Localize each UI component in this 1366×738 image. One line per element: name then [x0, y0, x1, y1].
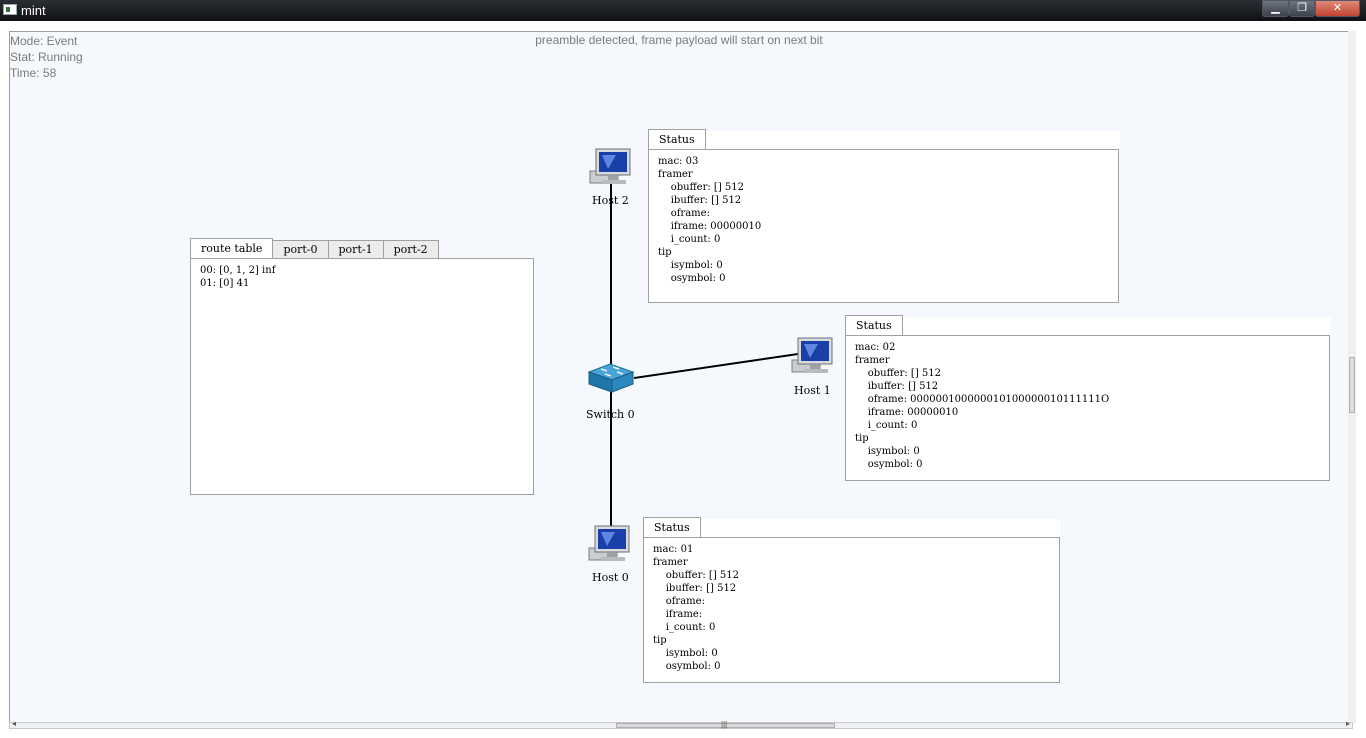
status-line: iframe: — [653, 609, 703, 620]
host-0-node[interactable] — [587, 524, 635, 569]
horizontal-scrollbar[interactable]: ◂ ||| ▸ — [9, 719, 1353, 729]
tab-port-0[interactable]: port-0 — [272, 240, 329, 258]
status-line: i_count: 0 — [658, 234, 721, 245]
status-line: isymbol: 0 — [653, 648, 718, 659]
status-content: mac: 01 framer obuffer: [] 512 ibuffer: [… — [643, 537, 1060, 683]
tab-route-table[interactable]: route table — [190, 238, 274, 258]
app-icon — [3, 4, 17, 15]
status-line: i_count: 0 — [653, 622, 716, 633]
maximize-button[interactable]: ❐ — [1289, 0, 1315, 17]
title-bar: mint ▁ ❐ ✕ — [0, 0, 1366, 21]
status-line: framer — [855, 355, 890, 366]
status-line: ibuffer: [] 512 — [653, 583, 737, 594]
host-2-node[interactable] — [588, 147, 636, 192]
status-line: mac: 02 — [855, 342, 896, 353]
tab-status[interactable]: Status — [845, 315, 903, 335]
status-panel-host-1: Status mac: 02 framer obuffer: [] 512 ibu… — [845, 315, 1331, 482]
grip-icon: ||| — [721, 720, 728, 729]
host-2-label: Host 2 — [592, 194, 629, 207]
status-line: osymbol: 0 — [653, 661, 721, 672]
scroll-left-icon[interactable]: ◂ — [12, 719, 16, 728]
status-line: tip — [855, 433, 869, 444]
minimize-button[interactable]: ▁ — [1262, 0, 1289, 17]
status-line: oframe: — [658, 208, 710, 219]
status-content: mac: 02 framer obuffer: [] 512 ibuffer: [… — [845, 335, 1330, 481]
tab-port-2[interactable]: port-2 — [382, 240, 439, 258]
switch-0-label: Switch 0 — [586, 408, 635, 421]
route-line: 00: [0, 1, 2] inf — [200, 265, 276, 276]
tab-port-1[interactable]: port-1 — [327, 240, 384, 258]
status-line: obuffer: [] 512 — [855, 368, 941, 379]
route-panel: route table port-0 port-1 port-2 00: [0,… — [190, 238, 534, 496]
tab-status[interactable]: Status — [648, 129, 706, 149]
vertical-scrollbar[interactable] — [1348, 31, 1356, 723]
status-line: tip — [658, 247, 672, 258]
status-line: framer — [658, 169, 693, 180]
status-line: obuffer: [] 512 — [653, 570, 739, 581]
host-0-label: Host 0 — [592, 571, 629, 584]
status-line: i_count: 0 — [855, 420, 918, 431]
host-1-label: Host 1 — [794, 384, 831, 397]
status-line: mac: 03 — [658, 156, 699, 167]
status-line: tip — [653, 635, 667, 646]
status-line: iframe: 00000010 — [658, 221, 762, 232]
network-canvas[interactable]: Mode: Event Stat: Running Time: 58 pream… — [9, 31, 1353, 723]
status-line: isymbol: 0 — [855, 446, 920, 457]
status-line: ibuffer: [] 512 — [855, 381, 939, 392]
status-line: mac: 01 — [653, 544, 694, 555]
link-switch-host1 — [633, 353, 799, 379]
tab-status[interactable]: Status — [643, 517, 701, 537]
status-line: ibuffer: [] 512 — [658, 195, 742, 206]
status-content: mac: 03 framer obuffer: [] 512 ibuffer: [… — [648, 149, 1119, 303]
route-line: 01: [0] 41 — [200, 278, 250, 289]
status-line: obuffer: [] 512 — [658, 182, 744, 193]
switch-icon — [587, 363, 635, 393]
vertical-scroll-thumb[interactable] — [1349, 357, 1355, 413]
status-line: oframe: 000000100000010100000010111111O — [855, 394, 1110, 405]
status-panel-host-2: Status mac: 03 framer obuffer: [] 512 ibu… — [648, 129, 1120, 303]
status-line: framer — [653, 557, 688, 568]
host-1-node[interactable] — [790, 336, 838, 381]
close-button[interactable]: ✕ — [1315, 0, 1360, 17]
horizontal-scroll-thumb[interactable]: ||| — [616, 720, 835, 729]
status-line: oframe: — [653, 596, 705, 607]
route-table-content: 00: [0, 1, 2] inf 01: [0] 41 — [190, 258, 534, 495]
computer-icon — [588, 525, 630, 561]
status-line: osymbol: 0 — [658, 273, 726, 284]
status-line: iframe: 00000010 — [855, 407, 959, 418]
scroll-right-icon[interactable]: ▸ — [1346, 719, 1350, 728]
status-panel-host-0: Status mac: 01 framer obuffer: [] 512 ibu… — [643, 517, 1060, 684]
window-title: mint — [21, 3, 46, 18]
computer-icon — [791, 337, 833, 373]
status-line: osymbol: 0 — [855, 459, 923, 470]
status-line: isymbol: 0 — [658, 260, 723, 271]
switch-0-node[interactable] — [587, 360, 635, 401]
computer-icon — [589, 148, 631, 184]
